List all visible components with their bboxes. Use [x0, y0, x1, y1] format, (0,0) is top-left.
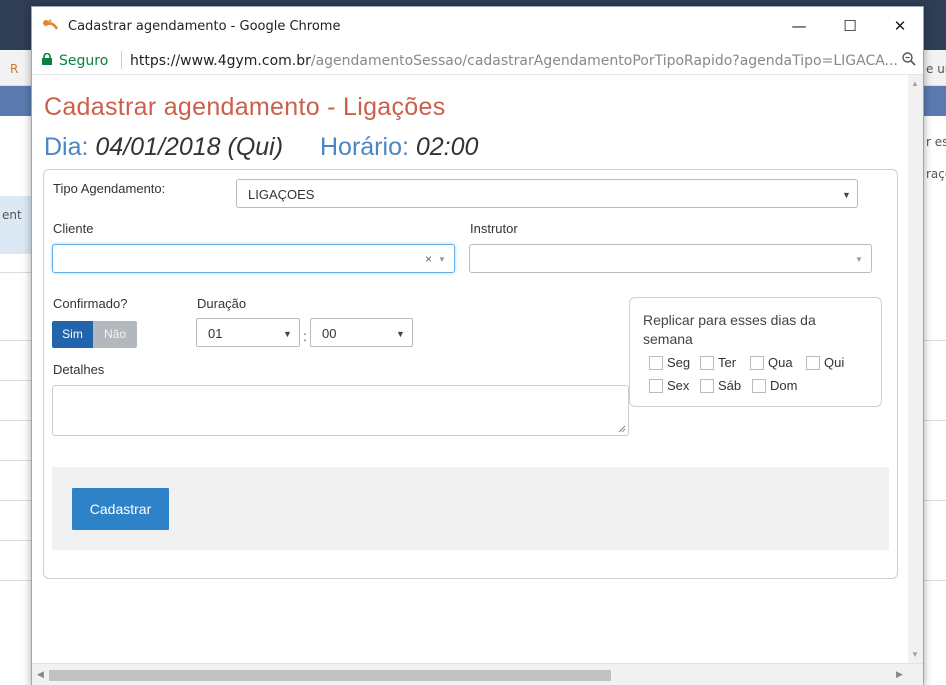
scroll-up-icon[interactable]: ▲: [911, 79, 919, 88]
chevron-down-icon: ▼: [842, 190, 851, 200]
horizontal-scroll-thumb[interactable]: [49, 670, 611, 681]
chevron-down-icon: ▼: [283, 329, 292, 339]
form-footer: Cadastrar: [52, 467, 889, 550]
minimize-button[interactable]: —: [784, 13, 814, 39]
scroll-down-icon[interactable]: ▼: [911, 650, 919, 659]
replicar-dias-panel: Replicar para esses dias da semana Seg T…: [629, 297, 882, 407]
day-option-dom[interactable]: Dom: [752, 377, 797, 393]
duracao-minutos-select[interactable]: 00 ▼: [310, 318, 413, 347]
vertical-scrollbar[interactable]: ▲ ▼: [908, 75, 923, 663]
zoom-icon[interactable]: [901, 51, 917, 67]
background-divider: [0, 380, 32, 381]
clear-icon[interactable]: ×: [425, 252, 432, 266]
day-option-qua[interactable]: Qua: [750, 354, 793, 370]
day-option-seg[interactable]: Seg: [649, 354, 690, 370]
background-text: raçõ: [926, 167, 946, 181]
horario-value: 02:00: [415, 133, 479, 161]
instrutor-select[interactable]: ▼: [469, 244, 872, 273]
day-label: Ter: [718, 355, 737, 371]
window-titlebar[interactable]: Cadastrar agendamento - Google Chrome — …: [32, 7, 923, 45]
secure-label: Seguro: [59, 53, 109, 69]
chevron-down-icon: ▼: [438, 255, 446, 264]
day-label: Sáb: [718, 378, 742, 394]
cliente-select[interactable]: × ▼: [52, 244, 455, 273]
duracao-horas-value: 01: [208, 326, 223, 341]
day-checkbox[interactable]: [752, 378, 766, 393]
background-text: R: [10, 62, 19, 76]
confirmado-label: Confirmado?: [53, 296, 128, 311]
scroll-right-icon[interactable]: ▶: [896, 669, 903, 680]
dia-value: 04/01/2018 (Qui): [95, 133, 284, 161]
resize-grip-icon[interactable]: [618, 425, 626, 433]
page-title: Cadastrar agendamento - Ligações: [44, 93, 446, 121]
horizontal-scrollbar[interactable]: ◀ ▶: [32, 663, 923, 685]
dia-label: Dia:: [44, 133, 89, 161]
background-text: e ur: [926, 62, 946, 76]
url-path: /agendamentoSessao/cadastrarAgendamentoP…: [310, 53, 898, 69]
day-checkbox[interactable]: [700, 378, 714, 393]
confirmado-toggle[interactable]: Sim Não: [52, 321, 137, 348]
day-checkbox[interactable]: [649, 378, 663, 393]
background-text: r es: [926, 135, 946, 149]
cadastrar-button[interactable]: Cadastrar: [72, 488, 169, 530]
page-content: Cadastrar agendamento - Ligações Dia: 04…: [32, 75, 923, 663]
background-divider: [0, 580, 32, 581]
maximize-button[interactable]: ☐: [835, 13, 865, 39]
tipo-agendamento-value: LIGAÇOES: [248, 187, 315, 202]
duracao-horas-select[interactable]: 01 ▼: [196, 318, 300, 347]
tipo-agendamento-select[interactable]: LIGAÇOES ▼: [236, 179, 858, 208]
address-bar[interactable]: Seguro https://www.4gym.com.br/agendamen…: [32, 45, 923, 75]
day-option-sab[interactable]: Sáb: [700, 377, 741, 393]
day-label: Seg: [667, 355, 691, 371]
duracao-minutos-value: 00: [322, 326, 337, 341]
day-option-qui[interactable]: Qui: [806, 354, 844, 370]
day-checkbox[interactable]: [649, 355, 663, 370]
duracao-label: Duração: [197, 296, 247, 311]
day-checkbox[interactable]: [806, 355, 820, 370]
horario-label: Horário:: [320, 133, 409, 161]
confirmado-nao-button[interactable]: Não: [93, 321, 137, 348]
url-separator: [121, 51, 122, 69]
detalhes-textarea[interactable]: [52, 385, 629, 436]
url-domain: https://www.4gym.com.br: [130, 53, 311, 69]
background-left-highlight: [0, 196, 32, 254]
instrutor-label: Instrutor: [470, 221, 518, 236]
day-label: Dom: [770, 378, 798, 394]
confirmado-sim-button[interactable]: Sim: [52, 321, 93, 348]
chevron-down-icon: ▼: [396, 329, 405, 339]
lock-icon: [42, 53, 52, 65]
detalhes-label: Detalhes: [53, 362, 105, 377]
replicar-label: Replicar para esses dias da semana: [643, 312, 816, 347]
tipo-agendamento-label: Tipo Agendamento:: [53, 181, 166, 196]
background-divider: [0, 340, 32, 341]
scroll-left-icon[interactable]: ◀: [37, 669, 44, 680]
close-button[interactable]: ✕: [885, 13, 915, 39]
cliente-label: Cliente: [53, 221, 94, 236]
url-text[interactable]: https://www.4gym.com.br/agendamentoSessa…: [130, 53, 900, 69]
background-divider: [0, 272, 32, 273]
background-divider: [0, 540, 32, 541]
day-label: Qua: [768, 355, 793, 371]
day-option-ter[interactable]: Ter: [700, 354, 736, 370]
day-label: Sex: [667, 378, 690, 394]
duracao-separator: :: [303, 328, 307, 344]
form-panel: Tipo Agendamento: LIGAÇOES ▼ Cliente × ▼…: [43, 169, 898, 579]
day-label: Qui: [824, 355, 845, 371]
background-text: ent: [2, 208, 22, 222]
window-title: Cadastrar agendamento - Google Chrome: [68, 19, 341, 34]
background-divider: [0, 500, 32, 501]
background-divider: [0, 420, 32, 421]
schedule-date-line: Dia: 04/01/2018 (Qui) Horário: 02:00: [44, 133, 478, 162]
day-checkbox[interactable]: [700, 355, 714, 370]
day-option-sex[interactable]: Sex: [649, 377, 689, 393]
app-logo-icon: [43, 19, 59, 30]
day-checkbox[interactable]: [750, 355, 764, 370]
chevron-down-icon: ▼: [855, 255, 863, 264]
popup-window: Cadastrar agendamento - Google Chrome — …: [31, 6, 924, 685]
background-divider: [0, 460, 32, 461]
